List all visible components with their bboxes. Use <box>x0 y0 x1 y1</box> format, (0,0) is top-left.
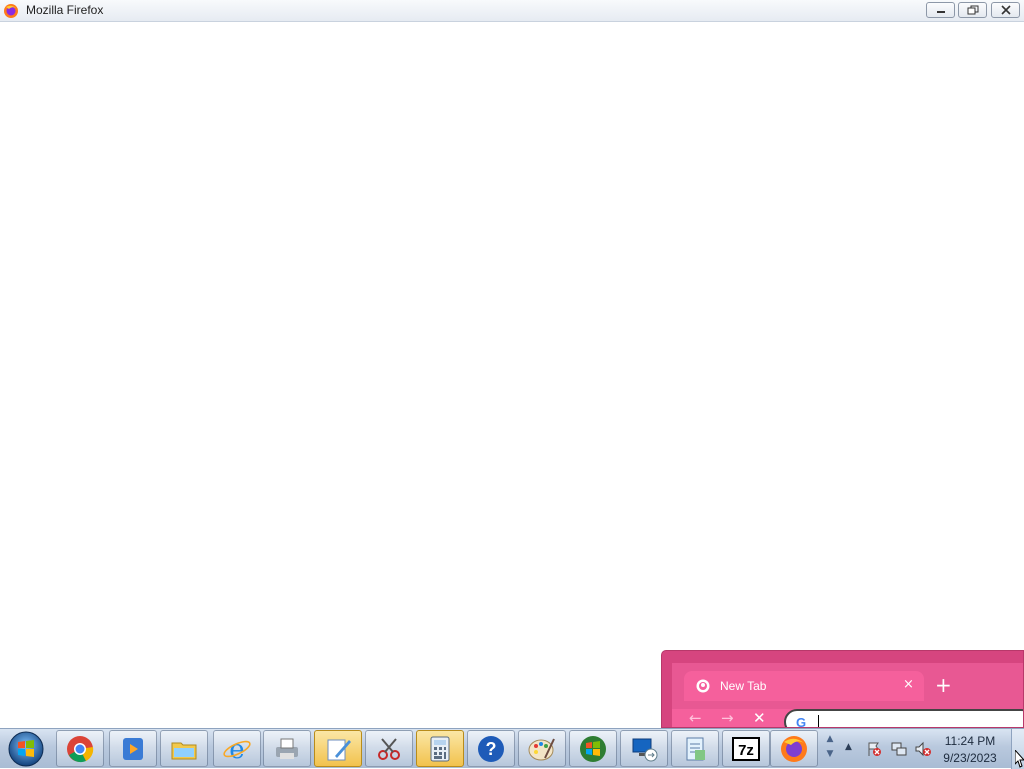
taskbar-7zip-button[interactable]: 7z <box>722 730 770 767</box>
media-player-icon <box>123 737 143 760</box>
tab-favicon-icon <box>696 679 710 693</box>
action-center-flag-icon[interactable] <box>866 741 882 757</box>
document-icon <box>686 737 705 760</box>
taskbar-editor-button[interactable] <box>314 730 362 767</box>
chrome-window[interactable]: New Tab × + ← → ✕ G <box>661 650 1024 728</box>
windows-flag-icon <box>580 735 606 762</box>
chrome-icon <box>67 735 94 762</box>
printer-icon <box>276 738 298 759</box>
omnibox-input[interactable]: G <box>784 709 1023 728</box>
taskbar-calculator-button[interactable] <box>416 730 464 767</box>
taskbar-snipping-tool-button[interactable] <box>365 730 413 767</box>
network-icon[interactable] <box>891 741 907 757</box>
taskbar-remote-desktop-button[interactable] <box>620 730 668 767</box>
taskbar-fax-scan-button[interactable] <box>263 730 311 767</box>
volume-muted-icon[interactable] <box>915 741 931 757</box>
text-caret <box>818 715 819 727</box>
chrome-tab-new-tab[interactable]: New Tab × <box>684 671 924 701</box>
7zip-icon: 7z <box>732 736 760 761</box>
taskbar-media-player-button[interactable] <box>109 730 157 767</box>
help-icon: ? <box>478 735 504 762</box>
folder-icon <box>171 742 197 759</box>
google-icon: G <box>796 715 807 728</box>
tab-title: New Tab <box>720 679 767 693</box>
mouse-cursor-icon <box>1015 750 1024 768</box>
svg-text:?: ? <box>486 739 497 759</box>
taskbar-help-button[interactable]: ? <box>467 730 515 767</box>
firefox-icon <box>781 735 807 762</box>
taskbar-chrome-button[interactable] <box>56 730 104 767</box>
firefox-content-area[interactable] <box>0 22 1024 728</box>
minimize-button[interactable] <box>926 2 955 18</box>
close-icon <box>1000 5 1011 15</box>
taskbar-paint-button[interactable] <box>518 730 566 767</box>
scissors-icon <box>378 737 400 760</box>
clock-date[interactable]: 9/23/2023 <box>935 751 1005 765</box>
forward-arrow-icon[interactable]: → <box>721 709 734 727</box>
calculator-icon <box>430 736 450 761</box>
restore-button[interactable] <box>958 2 987 18</box>
close-button[interactable] <box>991 2 1020 18</box>
taskbar-scroll-buttons[interactable]: ▲ ▼ <box>823 732 837 766</box>
stop-icon[interactable]: ✕ <box>753 709 766 727</box>
tab-close-icon[interactable]: × <box>903 677 914 692</box>
remote-desktop-icon <box>632 738 658 761</box>
minimize-icon <box>936 11 945 13</box>
show-hidden-icons-button[interactable]: ▲ <box>845 742 852 752</box>
start-orb-icon[interactable] <box>6 730 46 768</box>
back-arrow-icon[interactable]: ← <box>689 709 702 727</box>
7zip-label: 7z <box>738 742 754 759</box>
taskbar-file-viewer-button[interactable] <box>671 730 719 767</box>
svg-text:e: e <box>229 735 244 764</box>
taskbar: e ? 7z ▲ ▼ ▲ 11:24 PM 9/23/2023 <box>0 728 1024 769</box>
taskbar-windows-live-button[interactable] <box>569 730 617 767</box>
firefox-title-bar[interactable]: Mozilla Firefox <box>0 0 1024 22</box>
restore-icon <box>967 5 978 15</box>
taskbar-firefox-button[interactable] <box>770 730 818 767</box>
new-tab-button[interactable]: + <box>935 673 952 697</box>
paint-palette-icon <box>528 738 555 760</box>
window-title: Mozilla Firefox <box>26 3 104 17</box>
taskbar-explorer-button[interactable] <box>160 730 208 767</box>
clock-time[interactable]: 11:24 PM <box>935 734 1005 748</box>
firefox-icon <box>4 4 18 18</box>
notepad-pen-icon <box>327 739 351 760</box>
internet-explorer-icon: e <box>223 735 251 764</box>
taskbar-internet-explorer-button[interactable]: e <box>213 730 261 767</box>
